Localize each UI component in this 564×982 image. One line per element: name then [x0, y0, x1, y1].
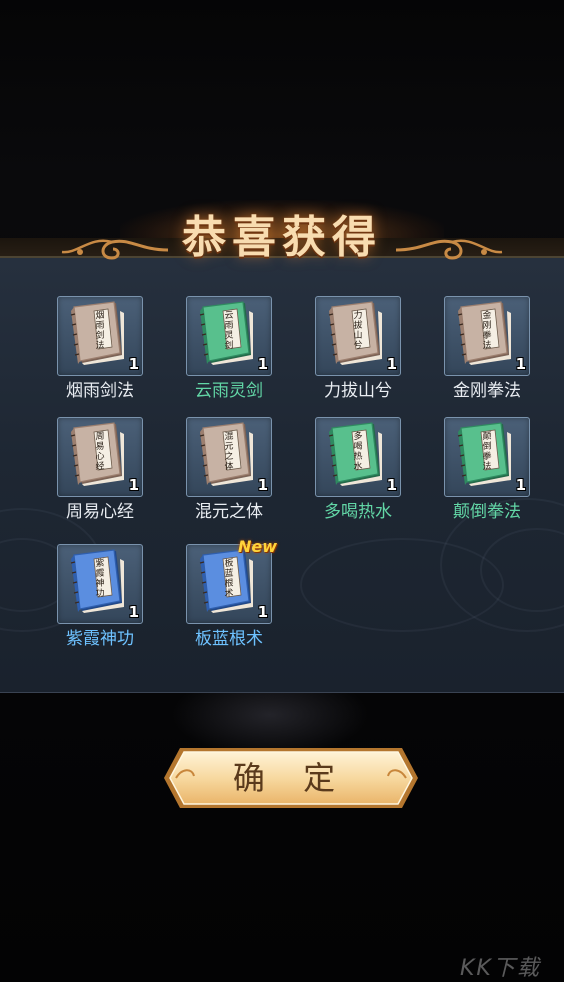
item-name: 多喝热水	[324, 502, 392, 522]
reward-item[interactable]: 多喝热水 1 多喝热水	[310, 417, 410, 527]
reward-item[interactable]: 云雨灵剑 1 云雨灵剑	[181, 296, 281, 406]
item-frame: 云雨灵剑 1	[186, 296, 272, 376]
item-frame: 颠倒拳法 1	[444, 417, 530, 497]
reward-item[interactable]: 混元之体 1 混元之体	[181, 417, 281, 527]
item-name: 烟雨剑法	[66, 381, 134, 401]
reward-item[interactable]: 颠倒拳法 1 颠倒拳法	[439, 417, 539, 527]
reward-item[interactable]: 金刚拳法 1 金刚拳法	[439, 296, 539, 406]
item-name: 金刚拳法	[453, 381, 521, 401]
item-name: 紫霞神功	[66, 629, 134, 649]
watermark: KK下载	[460, 956, 541, 981]
item-count: 1	[515, 476, 526, 494]
new-badge: New	[238, 537, 278, 556]
item-frame: 金刚拳法 1	[444, 296, 530, 376]
item-frame: 多喝热水 1	[315, 417, 401, 497]
reward-grid: 烟雨剑法 1 烟雨剑法 云雨灵剑 1 云雨灵剑 力拔山兮 1 力拔山兮 金刚拳法 1 金刚拳法 周易心经…	[0, 0, 564, 700]
reward-item[interactable]: 烟雨剑法 1 烟雨剑法	[52, 296, 152, 406]
item-frame: 力拔山兮 1	[315, 296, 401, 376]
book-cover-title: 云雨灵剑	[224, 310, 234, 352]
item-count: 1	[386, 476, 397, 494]
reward-item[interactable]: 板蓝根术 1 板蓝根术	[181, 544, 281, 654]
item-frame: 紫霞神功 1	[57, 544, 143, 624]
item-count: 1	[128, 603, 139, 621]
book-cover-title: 板蓝根术	[224, 558, 234, 600]
item-frame: 烟雨剑法 1	[57, 296, 143, 376]
item-count: 1	[257, 476, 268, 494]
reward-item[interactable]: 周易心经 1 周易心经	[52, 417, 152, 527]
book-cover-title: 颠倒拳法	[482, 431, 492, 473]
reward-item[interactable]: 紫霞神功 1 紫霞神功	[52, 544, 152, 654]
item-count: 1	[128, 476, 139, 494]
item-name: 混元之体	[195, 502, 263, 522]
book-cover-title: 紫霞神功	[95, 558, 105, 600]
item-count: 1	[386, 355, 397, 373]
item-count: 1	[257, 355, 268, 373]
confirm-button-label: 确 定	[232, 759, 350, 797]
item-name: 颠倒拳法	[453, 502, 521, 522]
book-cover-title: 烟雨剑法	[95, 310, 105, 352]
book-cover-title: 多喝热水	[353, 431, 363, 473]
item-frame: 板蓝根术 1	[186, 544, 272, 624]
confirm-button[interactable]: 确 定	[162, 744, 420, 812]
item-name: 云雨灵剑	[195, 381, 263, 401]
item-frame: 混元之体 1	[186, 417, 272, 497]
item-name: 板蓝根术	[195, 629, 263, 649]
item-count: 1	[128, 355, 139, 373]
book-cover-title: 混元之体	[224, 431, 234, 473]
item-count: 1	[515, 355, 526, 373]
item-count: 1	[257, 603, 268, 621]
reward-item[interactable]: 力拔山兮 1 力拔山兮	[310, 296, 410, 406]
item-name: 周易心经	[66, 502, 134, 522]
book-cover-title: 周易心经	[95, 431, 105, 473]
item-name: 力拔山兮	[324, 381, 392, 401]
book-cover-title: 力拔山兮	[353, 310, 363, 352]
item-frame: 周易心经 1	[57, 417, 143, 497]
book-cover-title: 金刚拳法	[482, 310, 492, 352]
